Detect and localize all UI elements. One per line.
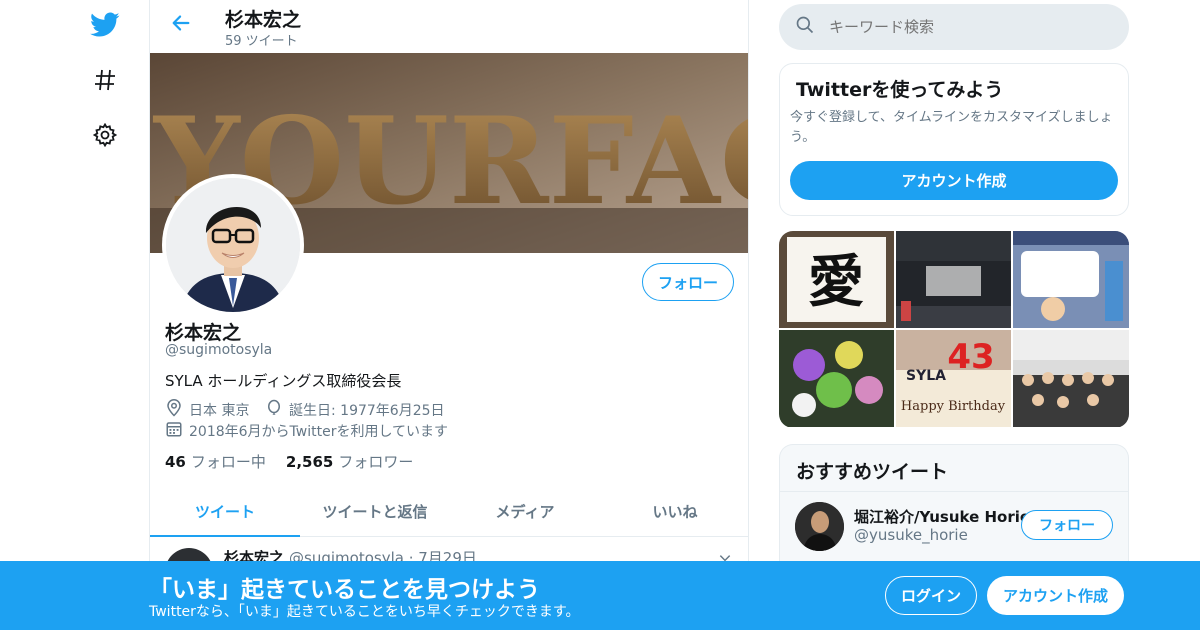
signup-card-title: Twitterを使ってみよう xyxy=(796,79,1004,101)
home-link[interactable] xyxy=(80,5,130,49)
prompt-subtitle: Twitterなら、「いま」起きていることをいち早くチェックできます。 xyxy=(149,604,580,620)
profile-name: 杉本宏之 xyxy=(165,322,242,344)
follow-button[interactable]: フォロー xyxy=(642,263,734,301)
profile-tabs: ツイート ツイートと返信 メディア いいね xyxy=(150,487,748,537)
media-thumb[interactable] xyxy=(896,231,1011,328)
recommended-user-handle: @yusuke_horie xyxy=(854,526,968,544)
media-thumb[interactable] xyxy=(1013,330,1129,427)
explore-link[interactable] xyxy=(80,60,130,104)
media-grid: 愛 43 SYLA Happy Birthday xyxy=(779,231,1129,428)
profile-birthday: 誕生日: 1977年6月25日 xyxy=(265,399,445,421)
media-thumb[interactable]: 愛 xyxy=(779,231,894,328)
following-count: 46 xyxy=(165,453,186,471)
twitter-bird-icon xyxy=(90,12,120,42)
tab-tweets-and-replies[interactable]: ツイートと返信 xyxy=(300,487,450,536)
tab-media[interactable]: メディア xyxy=(450,487,600,536)
login-button[interactable]: ログイン xyxy=(885,576,977,615)
settings-link[interactable] xyxy=(80,115,130,159)
search-bar[interactable] xyxy=(779,4,1129,50)
create-account-button[interactable]: アカウント作成 xyxy=(790,161,1118,200)
signup-card: Twitterを使ってみよう 今すぐ登録して、タイムラインをカスタマイズしましょ… xyxy=(779,63,1129,216)
media-thumb[interactable] xyxy=(779,330,894,427)
hashtag-icon xyxy=(93,68,117,96)
following-label: フォロー中 xyxy=(190,453,266,471)
left-nav xyxy=(80,0,130,630)
calendar-icon xyxy=(165,420,189,442)
search-input[interactable] xyxy=(829,18,1099,36)
profile-location: 日本 東京 xyxy=(165,399,249,421)
signup-card-text: 今すぐ登録して、タイムラインをカスタマイズしましょう。 xyxy=(790,110,1113,145)
avatar[interactable] xyxy=(795,502,844,551)
profile-header-bar: 杉本宏之 59 ツイート xyxy=(150,0,748,53)
profile-avatar[interactable] xyxy=(162,174,304,316)
tab-likes[interactable]: いいね xyxy=(600,487,748,536)
followers-count: 2,565 xyxy=(285,453,334,471)
gear-icon xyxy=(92,122,118,151)
media-thumb[interactable] xyxy=(1013,231,1129,328)
location-pin-icon xyxy=(165,399,189,421)
back-button[interactable] xyxy=(164,8,198,42)
header-name: 杉本宏之 xyxy=(225,9,302,31)
followers-label: フォロワー xyxy=(338,453,414,471)
birthday-text: 誕生日: 1977年6月25日 xyxy=(289,403,445,419)
avatar-image xyxy=(166,178,300,312)
cake-brand: SYLA xyxy=(906,368,946,384)
followers-stat[interactable]: 2,565 フォロワー xyxy=(286,451,413,472)
header-tweet-count: 59 ツイート xyxy=(225,34,298,49)
cake-number: 43 xyxy=(947,337,994,377)
location-text: 日本 東京 xyxy=(189,403,250,419)
profile-handle: @sugimotosyla xyxy=(165,342,273,358)
profile-joined: 2018年6月からTwitterを利用しています xyxy=(165,420,448,442)
arrow-left-icon xyxy=(170,12,192,38)
profile-column: 杉本宏之 59 ツイート YOURFACE xyxy=(149,0,749,630)
signup-prompt-bar: 「いま」起きていることを見つけよう Twitterなら、「いま」起きていることを… xyxy=(0,561,1200,630)
search-icon xyxy=(795,15,815,39)
joined-text: 2018年6月からTwitterを利用しています xyxy=(189,424,449,440)
recommended-user-name[interactable]: 堀江裕介/Yusuke Horie xyxy=(854,506,1030,527)
following-stat[interactable]: 46 フォロー中 xyxy=(165,451,266,472)
calligraphy-char: 愛 xyxy=(808,249,864,315)
prompt-title: 「いま」起きていることを見つけよう xyxy=(149,577,540,603)
tab-tweets[interactable]: ツイート xyxy=(150,487,300,537)
twitter-profile-page: 杉本宏之 59 ツイート YOURFACE xyxy=(0,0,1200,630)
signup-button[interactable]: アカウント作成 xyxy=(987,576,1124,615)
profile-bio: SYLA ホールディングス取締役会長 xyxy=(165,372,402,390)
cake-message: Happy Birthday xyxy=(901,399,1006,414)
balloon-icon xyxy=(265,399,289,421)
recommended-follow-button[interactable]: フォロー xyxy=(1021,510,1113,540)
profile-stats: 46 フォロー中 2,565 フォロワー xyxy=(165,451,413,472)
media-thumb[interactable]: 43 SYLA Happy Birthday xyxy=(896,330,1011,427)
recommended-title: おすすめツイート xyxy=(796,461,949,483)
recommended-user-row[interactable]: 堀江裕介/Yusuke Horie @yusuke_horie フォロー xyxy=(780,491,1128,561)
